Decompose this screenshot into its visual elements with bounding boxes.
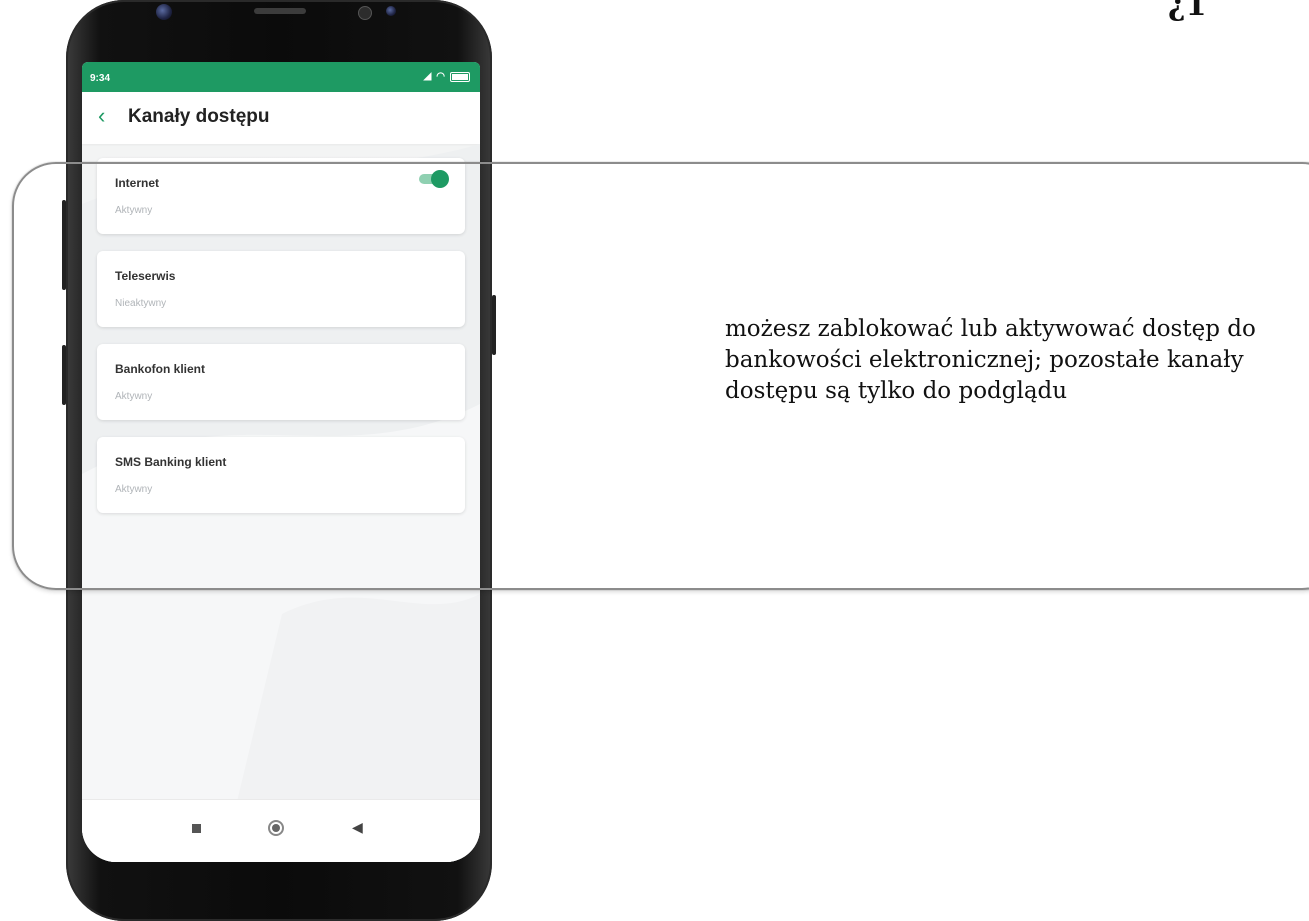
bixby-button xyxy=(62,345,66,405)
channel-name: SMS Banking klient xyxy=(115,455,227,469)
corner-mark: ¿1 xyxy=(1168,0,1207,23)
earpiece-speaker xyxy=(254,8,306,14)
system-nav-bar: ◀ xyxy=(82,799,480,862)
channel-status: Aktywny xyxy=(115,391,153,402)
volume-button xyxy=(62,200,66,290)
front-camera-icon xyxy=(156,4,172,20)
app-header: ‹ Kanały dostępu xyxy=(82,92,480,144)
status-time: 9:34 xyxy=(90,73,111,84)
phone-screen: 9:34 ◢ ◠ ‹ Kanały dostępu Internet Aktyw… xyxy=(82,62,480,862)
triangle-back-icon[interactable]: ◀ xyxy=(352,820,363,834)
square-icon[interactable] xyxy=(192,824,201,833)
channel-name: Internet xyxy=(115,176,160,190)
phone-top-bezel xyxy=(66,0,492,62)
signal-icon: ◢ xyxy=(423,71,432,82)
canvas: ¿1 9:34 ◢ ◠ ‹ Kanały dostępu Internet Ak… xyxy=(0,0,1309,921)
toggle-knob xyxy=(431,170,449,188)
channel-card-teleserwis[interactable]: Teleserwis Nieaktywny xyxy=(97,251,465,327)
channel-status: Aktywny xyxy=(115,484,153,495)
phone-frame: 9:34 ◢ ◠ ‹ Kanały dostępu Internet Aktyw… xyxy=(62,0,496,921)
internet-toggle[interactable] xyxy=(419,170,449,188)
status-icons: ◢ ◠ xyxy=(424,71,470,82)
channel-card-internet[interactable]: Internet Aktywny xyxy=(97,158,465,234)
channel-name: Teleserwis xyxy=(115,269,176,283)
chevron-left-icon[interactable]: ‹ xyxy=(98,105,105,127)
channel-card-bankofon[interactable]: Bankofon klient Aktywny xyxy=(97,344,465,420)
iris-sensor-icon xyxy=(386,6,396,16)
proximity-sensor-icon xyxy=(358,6,372,20)
channel-name: Bankofon klient xyxy=(115,362,206,376)
wifi-icon: ◠ xyxy=(436,71,445,82)
battery-icon xyxy=(450,71,470,82)
page-title: Kanały dostępu xyxy=(128,106,270,127)
channel-status: Aktywny xyxy=(115,205,153,216)
channel-status: Nieaktywny xyxy=(115,298,167,309)
circle-icon[interactable] xyxy=(268,820,284,836)
status-bar: 9:34 ◢ ◠ xyxy=(82,62,480,92)
channel-card-sms-banking[interactable]: SMS Banking klient Aktywny xyxy=(97,437,465,513)
channel-list: Internet Aktywny Teleserwis Nieaktywny B… xyxy=(97,158,465,530)
callout-text: możesz zablokować lub aktywować dostęp d… xyxy=(725,316,1256,404)
power-button xyxy=(492,295,496,355)
